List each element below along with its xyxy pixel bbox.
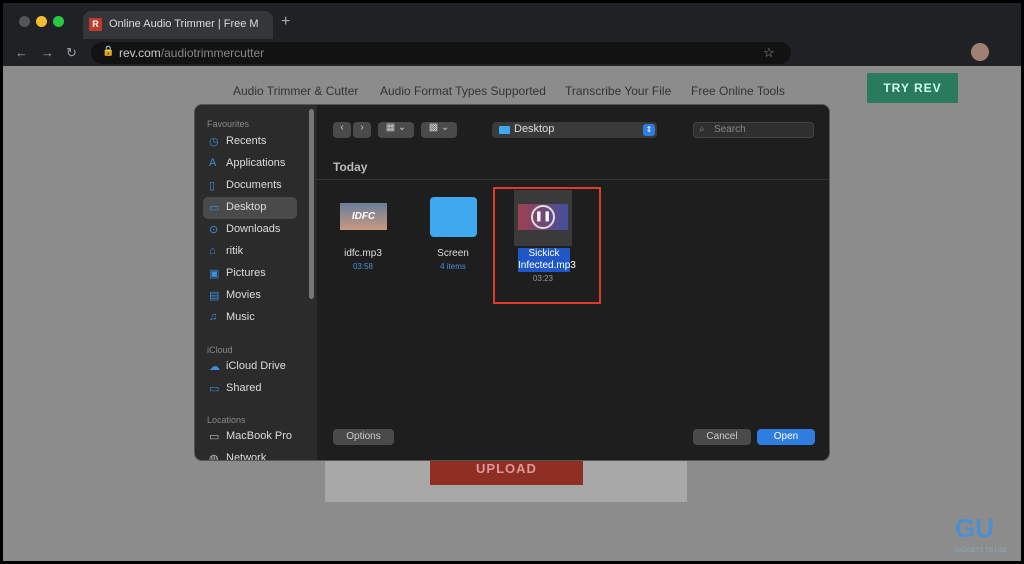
minimize-window-button[interactable] [36,16,47,27]
music-icon: ♫ [209,311,218,323]
document-icon: ▯ [209,180,216,192]
watermark-logo: GU [955,513,994,543]
divider [317,179,829,180]
sidebar-item-desktop[interactable]: ▭ Desktop [203,197,297,219]
new-tab-button[interactable]: + [281,13,290,31]
sidebar-item-label: MacBook Pro [226,430,293,442]
sidebar-item-applications[interactable]: A Applications [203,153,297,175]
nav-link[interactable]: Transcribe Your File [565,84,671,98]
rev-favicon: R [89,18,102,31]
maximize-window-button[interactable] [53,16,64,27]
sidebar-item-ritik[interactable]: ⌂ ritik [203,241,297,263]
sidebar: Favourites ◷ Recents A Applications ▯ Documen… [195,105,317,461]
section-favourites: Favourites [207,119,250,129]
sidebar-item-movies[interactable]: ▤ Movies [203,285,297,307]
desktop-icon: ▭ [209,202,220,214]
sidebar-item-label: Music [226,311,255,323]
open-button[interactable]: Open [757,429,815,445]
sidebar-item-label: Shared [226,382,262,394]
folder-icon [499,126,510,134]
profile-avatar[interactable] [971,43,989,61]
folder-item[interactable]: Screen 4 items [408,190,498,280]
nav-link[interactable]: Audio Format Types Supported [380,84,546,98]
file-open-dialog: Favourites ◷ Recents A Applications ▯ Documen… [194,104,830,461]
file-name: idfc.mp3 [344,248,382,259]
browser-tab[interactable]: R Online Audio Trimmer | Free M [83,11,273,39]
try-rev-button[interactable]: TRY REV [867,73,958,103]
group-header: Today [333,160,368,174]
home-icon: ⌂ [209,245,216,257]
sidebar-item-label: ritik [226,245,244,257]
shared-folder-icon: ▭ [209,383,220,395]
section-locations: Locations [207,415,246,425]
sidebar-item-label: Recents [226,135,267,147]
sidebar-item-label: Pictures [226,267,266,279]
location-label: Desktop [514,123,555,135]
sidebar-scrollbar[interactable] [309,109,314,299]
folder-name: Screen [437,248,469,259]
nav-link[interactable]: Audio Trimmer & Cutter [233,84,358,98]
browser-chrome: R Online Audio Trimmer | Free M + ← → ↻ 🔒… [3,3,1021,66]
sidebar-item-pictures[interactable]: ▣ Pictures [203,263,297,285]
applications-icon: A [209,157,217,169]
folder-count: 4 items [440,262,466,271]
sidebar-item-recents[interactable]: ◷ Recents [203,131,297,153]
cancel-button[interactable]: Cancel [693,429,751,445]
bookmark-star-icon[interactable]: ☆ [763,45,775,61]
url-path: /audiotrimmercutter [160,46,265,60]
sidebar-item-label: Downloads [226,223,281,235]
back-button[interactable]: ← [15,45,28,60]
sidebar-item-documents[interactable]: ▯ Documents [203,175,297,197]
folder-icon [430,197,477,237]
section-icloud: iCloud [207,345,233,355]
lock-icon: 🔒 [102,46,115,57]
location-popup[interactable]: Desktop ⇕ [492,122,657,138]
sidebar-item-music[interactable]: ♫ Music [203,307,297,329]
view-mode-button[interactable]: ▦ ⌄ [378,122,414,138]
pictures-icon: ▣ [209,268,220,280]
sidebar-item-network[interactable]: ◍ Network [203,448,297,461]
movies-icon: ▤ [209,290,220,302]
url-host: rev.com [119,46,161,60]
sidebar-item-shared[interactable]: ▭ Shared [203,378,297,400]
search-field[interactable]: ⌕ Search [693,122,814,138]
search-icon: ⌕ [699,124,705,135]
sidebar-item-macbook-pro[interactable]: ▭ MacBook Pro [203,426,297,448]
sidebar-item-label: Desktop [226,201,267,213]
search-placeholder: Search [714,124,746,135]
sidebar-item-icloud-drive[interactable]: ☁ iCloud Drive [203,356,297,378]
close-window-button[interactable] [19,16,30,27]
options-button[interactable]: Options [333,429,394,445]
download-icon: ⊙ [209,224,219,236]
forward-button[interactable]: → [41,45,54,60]
back-button[interactable]: ‹ [333,122,351,138]
laptop-icon: ▭ [209,431,220,443]
address-bar[interactable]: 🔒 rev.com/audiotrimmercutter [91,42,791,64]
file-duration: 03:58 [352,262,374,271]
sidebar-item-downloads[interactable]: ⊙ Downloads [203,219,297,241]
sidebar-item-label: Documents [226,179,282,191]
sidebar-item-label: Movies [226,289,261,301]
updown-icon: ⇕ [643,124,655,136]
clock-icon: ◷ [209,136,219,148]
sidebar-item-label: Applications [226,157,286,169]
nav-link[interactable]: Free Online Tools [691,84,785,98]
highlight-box [493,187,601,304]
reload-button[interactable]: ↻ [66,45,77,61]
watermark-text: GADGETS TO USE [954,548,1008,554]
cloud-icon: ☁ [209,361,220,373]
forward-button[interactable]: › [353,122,371,138]
sidebar-item-label: Network [226,452,267,461]
tab-title: Online Audio Trimmer | Free M [109,18,259,30]
file-item[interactable]: IDFC idfc.mp3 03:58 [318,190,408,280]
sidebar-item-label: iCloud Drive [226,360,286,372]
file-thumbnail: IDFC [340,203,387,230]
group-button[interactable]: ▩ ⌄ [421,122,457,138]
network-icon: ◍ [209,453,219,461]
